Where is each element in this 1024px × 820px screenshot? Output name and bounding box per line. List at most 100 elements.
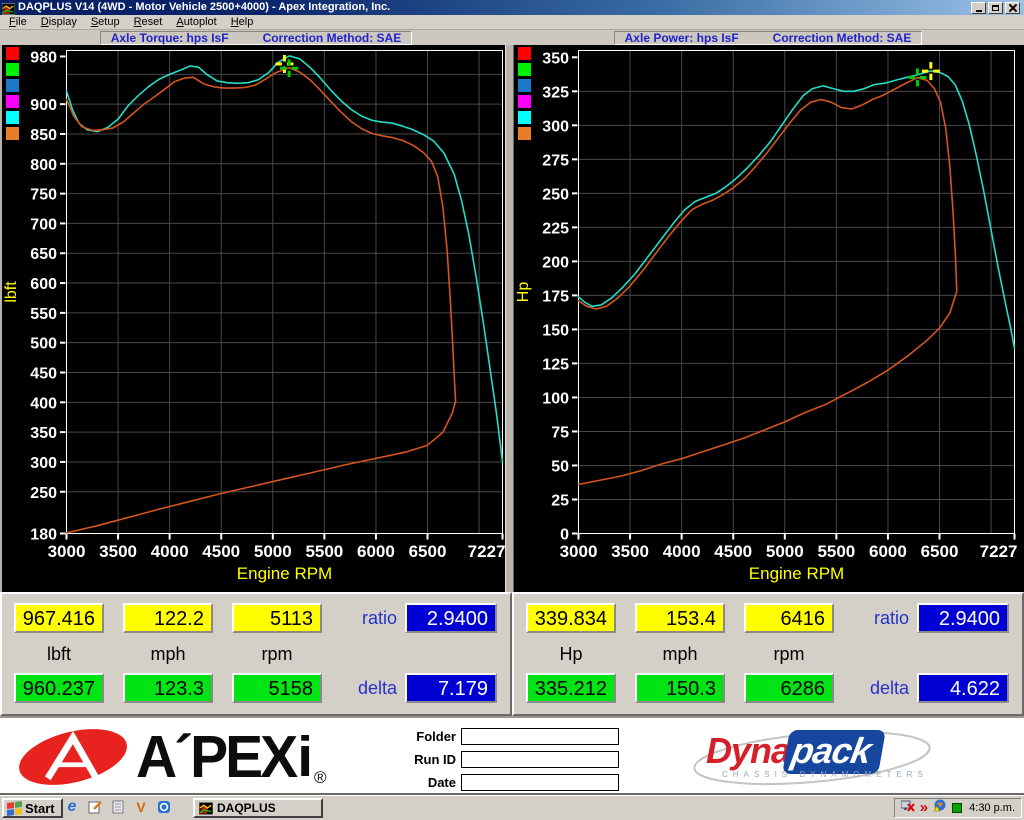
trace-color-swatch[interactable] xyxy=(6,127,19,140)
x-tick-label: 6500 xyxy=(409,542,447,561)
run-info-form: Folder Run ID Date xyxy=(404,728,619,797)
menu-bar: FileDisplaySetupResetAutoplotHelp xyxy=(0,15,1024,30)
y-tick-label: 150 xyxy=(542,322,569,339)
restore-button[interactable] xyxy=(988,2,1003,14)
dynapack-wordmark-blue: pack xyxy=(782,730,886,774)
trace-color-swatch[interactable] xyxy=(6,47,19,60)
y-tick-label: 325 xyxy=(542,84,569,101)
trace-color-swatch[interactable] xyxy=(518,95,531,108)
torque-chart-title: Axle Torque: hps IsF xyxy=(111,31,229,45)
menu-help[interactable]: Help xyxy=(226,16,263,28)
run-id-input[interactable] xyxy=(461,751,619,768)
network-offline-icon[interactable] xyxy=(901,799,915,817)
y-tick-label: 175 xyxy=(542,288,569,305)
close-button[interactable] xyxy=(1005,2,1020,14)
trace-color-swatch[interactable] xyxy=(518,111,531,124)
menu-autoplot[interactable]: Autoplot xyxy=(171,16,225,28)
date-input[interactable] xyxy=(461,774,619,791)
y-tick-label: 100 xyxy=(542,390,569,407)
power-cursor2-mph: 150.3 xyxy=(635,673,725,703)
document-icon[interactable] xyxy=(110,799,126,815)
x-tick-label: 4500 xyxy=(714,542,752,561)
y-tick-label: 450 xyxy=(30,366,57,383)
power-chart[interactable]: 3503253002752502252001751501251007550250… xyxy=(514,45,1024,592)
x-tick-label: 5000 xyxy=(254,542,292,561)
trace-color-swatch[interactable] xyxy=(6,111,19,124)
messenger-icon[interactable] xyxy=(156,799,172,815)
x-tick-label: 3500 xyxy=(611,542,649,561)
charts-region: 9809008508007507006506005505004504003503… xyxy=(0,45,1024,592)
connection-warning-icon[interactable] xyxy=(933,799,947,817)
winamp-icon[interactable]: V xyxy=(133,799,149,815)
y-tick-label: 0 xyxy=(560,527,569,544)
dynapack-wordmark-red: Dyna xyxy=(706,730,790,771)
trace-color-swatch[interactable] xyxy=(518,47,531,60)
x-tick-label: 5500 xyxy=(817,542,855,561)
y-tick-label: 400 xyxy=(30,395,57,412)
daqplus-app-icon xyxy=(2,2,15,14)
torque-readout-panel: 967.416 122.2 5113 ratio 2.9400 lbft mph… xyxy=(0,592,512,716)
torque-cursor2-rpm: 5158 xyxy=(232,673,322,703)
x-tick-label: 4000 xyxy=(663,542,701,561)
y-tick-label: 200 xyxy=(542,254,569,271)
trace-color-swatch[interactable] xyxy=(6,79,19,92)
dynapack-tagline: CHASSIS DYNAMOMETERS xyxy=(722,770,928,779)
fast-forward-icon[interactable]: » xyxy=(920,801,928,815)
y-tick-label: 75 xyxy=(551,424,569,441)
close-icon xyxy=(1009,4,1017,12)
internet-explorer-icon[interactable]: e xyxy=(64,799,80,815)
date-label: Date xyxy=(404,775,456,790)
menu-file[interactable]: File xyxy=(4,16,36,28)
folder-input[interactable] xyxy=(461,728,619,745)
x-tick-label: 7227 xyxy=(468,542,506,561)
trace-color-swatch[interactable] xyxy=(518,63,531,76)
torque-chart[interactable]: 9809008508007507006506005505004504003503… xyxy=(2,45,514,592)
y-axis-label: lbft xyxy=(3,281,20,303)
y-tick-label: 50 xyxy=(551,458,569,475)
x-tick-label: 6000 xyxy=(357,542,395,561)
x-tick-label: 4500 xyxy=(202,542,240,561)
chart-headers: Axle Torque: hps IsF Correction Method: … xyxy=(0,30,1024,45)
y-tick-label: 250 xyxy=(30,485,57,502)
torque-cursor1-rpm: 5113 xyxy=(232,603,322,633)
run-id-label: Run ID xyxy=(404,752,456,767)
y-tick-label: 500 xyxy=(30,336,57,353)
y-tick-label: 800 xyxy=(30,157,57,174)
y-tick-label: 300 xyxy=(30,455,57,472)
y-tick-label: 125 xyxy=(542,356,569,373)
start-button[interactable]: Start xyxy=(2,798,63,818)
menu-display[interactable]: Display xyxy=(36,16,86,28)
trace-color-swatch[interactable] xyxy=(6,95,19,108)
torque-ratio-label: ratio xyxy=(342,608,397,629)
menu-reset[interactable]: Reset xyxy=(129,16,172,28)
x-axis-label: Engine RPM xyxy=(749,564,844,583)
rpm-unit-label: rpm xyxy=(744,644,834,665)
apex-i-mark: i xyxy=(297,727,313,787)
title-bar: DAQPLUS V14 (4WD - Motor Vehicle 2500+40… xyxy=(0,0,1024,15)
quick-launch-bar: e V xyxy=(64,799,172,815)
y-tick-label: 980 xyxy=(30,49,57,66)
trace-color-swatch[interactable] xyxy=(518,127,531,140)
y-tick-label: 850 xyxy=(30,127,57,144)
taskbar-clock: 4:30 p.m. xyxy=(967,802,1015,814)
y-tick-label: 600 xyxy=(30,276,57,293)
trace-color-swatch[interactable] xyxy=(6,63,19,76)
apex-wordmark: A´PEX xyxy=(136,726,295,788)
power-ratio-value: 2.9400 xyxy=(917,603,1009,633)
daqplus-taskbar-button[interactable]: DAQPLUS xyxy=(193,798,323,818)
y-tick-label: 225 xyxy=(542,220,569,237)
trace-color-swatch[interactable] xyxy=(518,79,531,92)
x-tick-label: 7227 xyxy=(980,542,1018,561)
compose-mail-icon[interactable] xyxy=(87,799,103,815)
y-tick-label: 900 xyxy=(30,97,57,114)
menu-setup[interactable]: Setup xyxy=(86,16,129,28)
logo-strip: A´PEX i ® Folder Run ID Date Dynapack CH… xyxy=(0,716,1024,795)
x-tick-label: 3000 xyxy=(48,542,86,561)
power-chart-title: Axle Power: hps IsF xyxy=(625,31,739,45)
minimize-button[interactable] xyxy=(971,2,986,14)
power-correction-method: Correction Method: SAE xyxy=(773,31,912,45)
system-tray: » 4:30 p.m. xyxy=(894,798,1022,818)
x-tick-label: 5500 xyxy=(305,542,343,561)
y-tick-label: 750 xyxy=(30,187,57,204)
status-led-icon[interactable] xyxy=(952,803,962,813)
